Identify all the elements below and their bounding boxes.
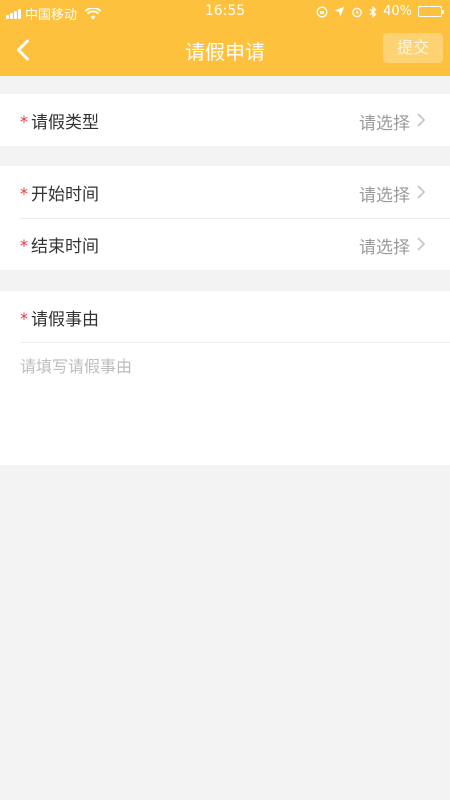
reason-label: 请假事由 (31, 309, 99, 330)
bluetooth-icon (369, 5, 377, 18)
leave-type-label: 请假类型 (31, 112, 99, 133)
leave-type-row[interactable]: * 请假类型 请选择 (0, 94, 450, 146)
chevron-left-icon (17, 39, 29, 61)
alarm-icon (352, 7, 362, 17)
required-mark: * (20, 112, 28, 131)
status-bar: 中国移动 16:55 40% (0, 0, 450, 24)
time-card: * 开始时间 请选择 * 结束时间 请选择 (0, 166, 450, 270)
location-icon (334, 6, 345, 17)
leave-type-card: * 请假类型 请选择 (0, 94, 450, 146)
end-time-value: 请选择 (359, 238, 410, 258)
chevron-right-icon (417, 185, 426, 199)
leave-type-value: 请选择 (359, 114, 410, 134)
start-time-value: 请选择 (359, 186, 410, 206)
status-right: 40% (316, 4, 444, 19)
end-time-label: 结束时间 (31, 236, 99, 257)
reason-textarea[interactable] (20, 353, 430, 453)
chevron-right-icon (417, 113, 426, 127)
required-mark: * (20, 309, 28, 328)
battery-icon (418, 6, 444, 17)
start-time-row[interactable]: * 开始时间 请选择 (0, 166, 450, 218)
required-mark: * (20, 236, 28, 255)
reason-card: * 请假事由 (0, 291, 450, 465)
required-mark: * (20, 184, 28, 203)
submit-button[interactable]: 提交 (383, 33, 443, 63)
reason-header: * 请假事由 (0, 291, 450, 343)
back-button[interactable] (6, 33, 40, 67)
chevron-right-icon (417, 237, 426, 251)
orientation-lock-icon (316, 6, 328, 17)
nav-bar: 请假申请 提交 (0, 24, 450, 76)
end-time-row[interactable]: * 结束时间 请选择 (0, 218, 450, 270)
start-time-label: 开始时间 (31, 184, 99, 205)
battery-percent: 40% (383, 4, 412, 19)
